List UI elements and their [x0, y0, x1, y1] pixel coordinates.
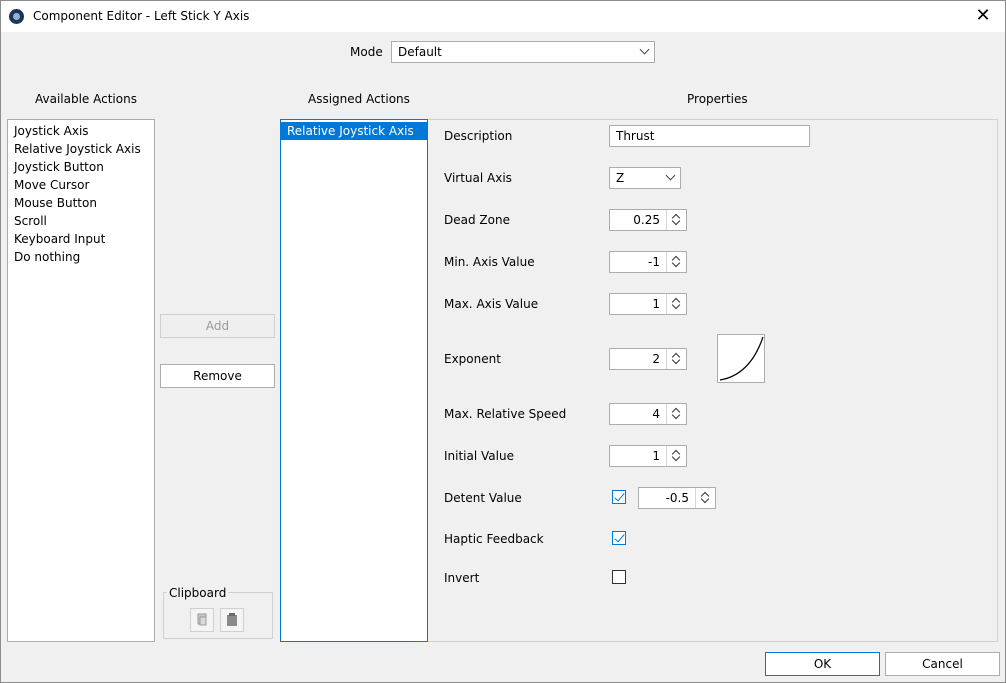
- copy-icon: [197, 613, 207, 626]
- list-item[interactable]: Move Cursor: [8, 176, 154, 194]
- max-axis-value: 1: [652, 297, 660, 311]
- detent-value: -0.5: [665, 491, 689, 505]
- spin-buttons[interactable]: [666, 446, 686, 466]
- spin-buttons[interactable]: [666, 210, 686, 230]
- chevron-down-icon: [665, 170, 676, 181]
- copy-button[interactable]: [190, 608, 214, 632]
- app-logo-icon: [9, 9, 24, 24]
- initial-value-label: Initial Value: [444, 449, 514, 463]
- dead-zone-label: Dead Zone: [444, 213, 510, 227]
- chevron-down-icon: [639, 44, 650, 55]
- available-actions-header: Available Actions: [35, 92, 137, 106]
- list-item[interactable]: Do nothing: [8, 248, 154, 266]
- spin-buttons[interactable]: [695, 488, 715, 508]
- spin-buttons[interactable]: [666, 294, 686, 314]
- spin-buttons[interactable]: [666, 404, 686, 424]
- invert-label: Invert: [444, 571, 480, 585]
- list-item[interactable]: Joystick Button: [8, 158, 154, 176]
- list-item[interactable]: Keyboard Input: [8, 230, 154, 248]
- close-icon[interactable]: ✕: [970, 4, 996, 28]
- spin-buttons[interactable]: [666, 349, 686, 369]
- max-relative-speed-label: Max. Relative Speed: [444, 407, 567, 421]
- virtual-axis-label: Virtual Axis: [444, 171, 512, 185]
- min-axis-value-spinbox[interactable]: -1: [609, 251, 687, 273]
- list-item[interactable]: Mouse Button: [8, 194, 154, 212]
- paste-button[interactable]: [220, 608, 244, 632]
- assigned-actions-header: Assigned Actions: [308, 92, 410, 106]
- description-input[interactable]: Thrust: [609, 125, 810, 147]
- paste-icon: [227, 613, 237, 626]
- clipboard-label: Clipboard: [167, 586, 229, 600]
- exponent-curve-preview: [717, 334, 765, 383]
- min-axis-value: -1: [648, 255, 660, 269]
- mode-select-value: Default: [398, 45, 442, 59]
- ok-button[interactable]: OK: [765, 652, 880, 676]
- description-label: Description: [444, 129, 513, 143]
- window-title: Component Editor - Left Stick Y Axis: [33, 9, 250, 23]
- exponent-value: 2: [652, 352, 660, 366]
- mode-select[interactable]: Default: [391, 41, 655, 63]
- dead-zone-value: 0.25: [633, 213, 660, 227]
- spin-buttons[interactable]: [666, 252, 686, 272]
- min-axis-value-label: Min. Axis Value: [444, 255, 535, 269]
- max-axis-value-label: Max. Axis Value: [444, 297, 539, 311]
- initial-value: 1: [652, 449, 660, 463]
- cancel-button[interactable]: Cancel: [885, 652, 1000, 676]
- list-item[interactable]: Scroll: [8, 212, 154, 230]
- virtual-axis-value: Z: [616, 171, 625, 185]
- virtual-axis-select[interactable]: Z: [609, 167, 681, 189]
- mode-label: Mode: [350, 45, 383, 59]
- properties-panel: [428, 119, 998, 642]
- list-item[interactable]: Relative Joystick Axis: [8, 140, 154, 158]
- assigned-actions-list[interactable]: Relative Joystick Axis: [280, 119, 428, 642]
- properties-header: Properties: [687, 92, 748, 106]
- exponent-label: Exponent: [444, 352, 501, 366]
- haptic-feedback-label: Haptic Feedback: [444, 532, 544, 546]
- detent-value-checkbox[interactable]: [612, 490, 626, 504]
- initial-value-spinbox[interactable]: 1: [609, 445, 687, 467]
- available-actions-list[interactable]: Joystick Axis Relative Joystick Axis Joy…: [7, 119, 155, 642]
- invert-checkbox[interactable]: [612, 570, 626, 584]
- response-curve-icon: [719, 336, 764, 381]
- remove-button[interactable]: Remove: [160, 364, 275, 388]
- max-axis-value-spinbox[interactable]: 1: [609, 293, 687, 315]
- dead-zone-spinbox[interactable]: 0.25: [609, 209, 687, 231]
- max-relative-speed-value: 4: [652, 407, 660, 421]
- add-button[interactable]: Add: [160, 314, 275, 338]
- detent-value-spinbox[interactable]: -0.5: [638, 487, 716, 509]
- haptic-feedback-checkbox[interactable]: [612, 531, 626, 545]
- exponent-spinbox[interactable]: 2: [609, 348, 687, 370]
- max-relative-speed-spinbox[interactable]: 4: [609, 403, 687, 425]
- list-item[interactable]: Relative Joystick Axis: [281, 122, 427, 140]
- list-item[interactable]: Joystick Axis: [8, 122, 154, 140]
- detent-value-label: Detent Value: [444, 491, 522, 505]
